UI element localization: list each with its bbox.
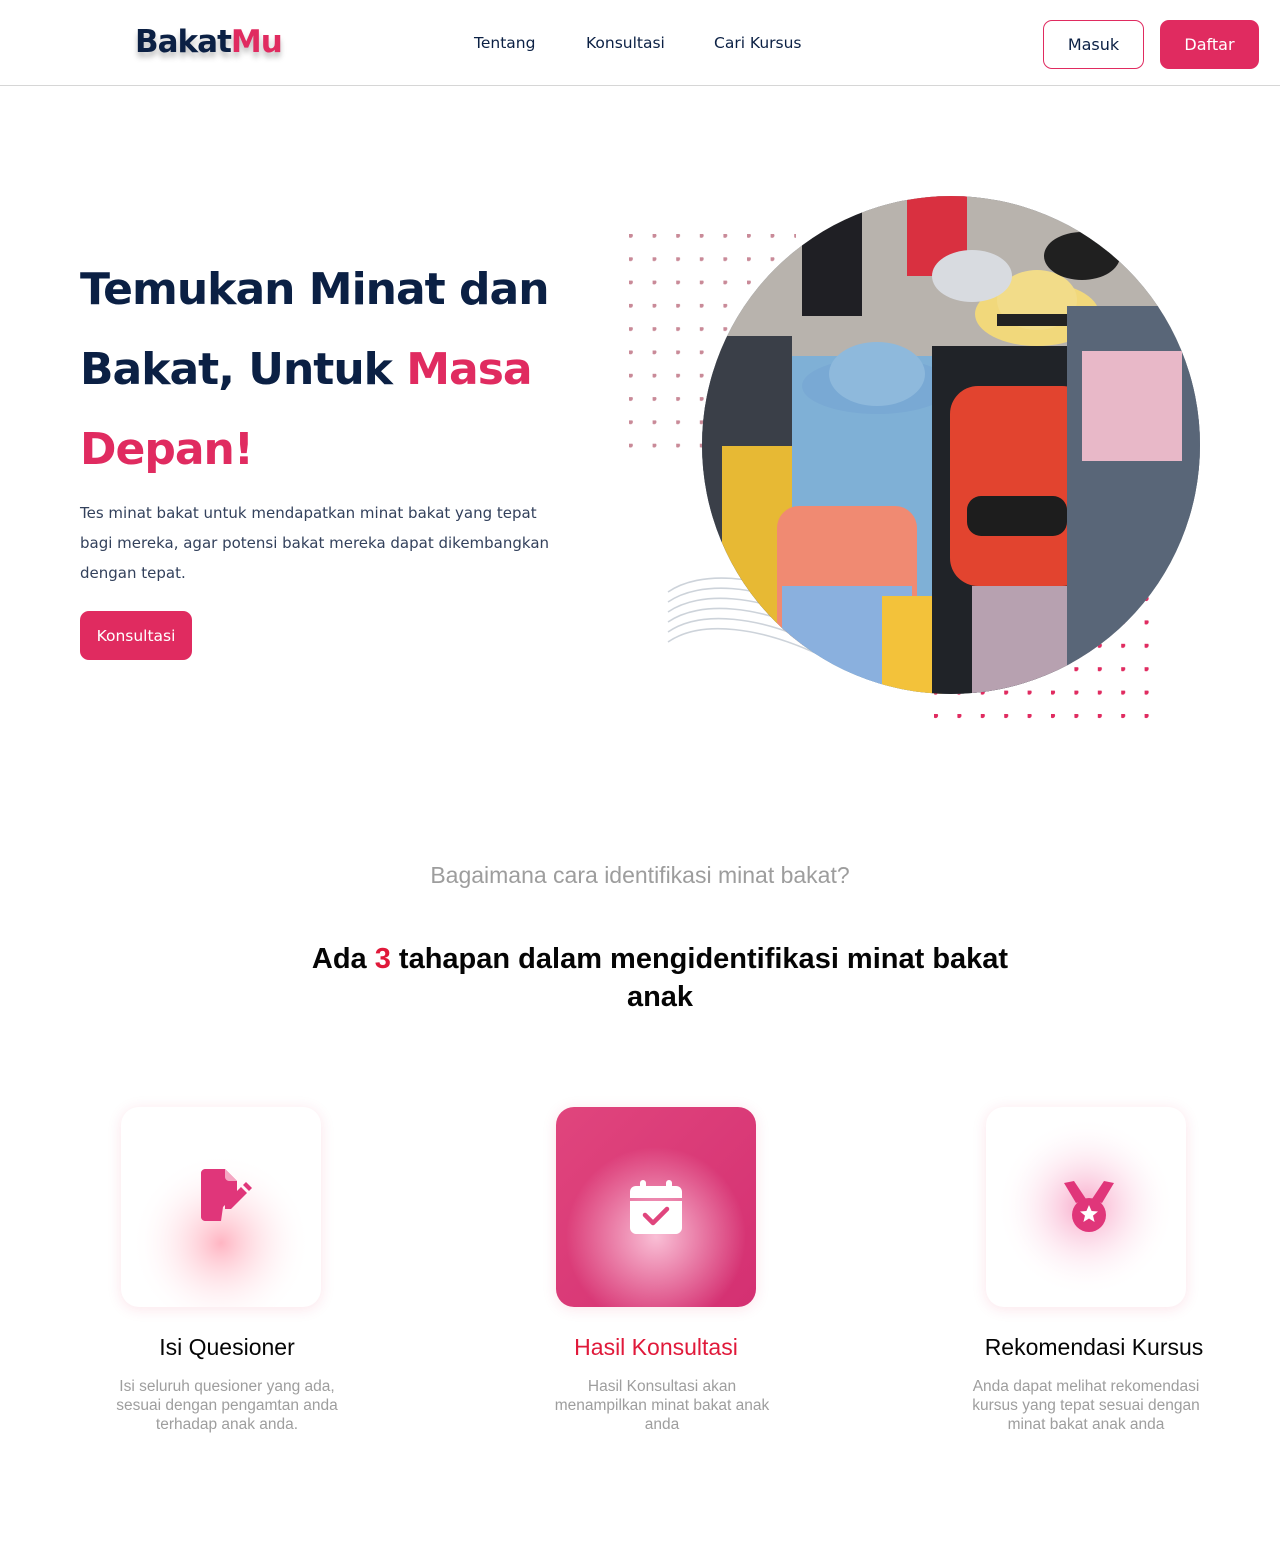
- step-title-consult-result: Hasil Konsultasi: [574, 1334, 738, 1360]
- step-desc-questionnaire: Isi seluruh quesioner yang ada, sesuai d…: [116, 1378, 338, 1433]
- steps-heading-before: Ada: [311, 943, 375, 975]
- medal-icon: [1064, 1181, 1114, 1232]
- steps-subtitle: Bagaimana cara identifikasi minat bakat?: [430, 862, 850, 888]
- steps-heading: Ada 3 tahapan dalam mengidentifikasi min…: [290, 940, 1030, 1016]
- step-card-consult-result[interactable]: [556, 1107, 756, 1307]
- steps-heading-after: tahapan dalam mengidentifikasi minat bak…: [390, 943, 1009, 1013]
- step-desc-consult-result: Hasil Konsultasi akan menampilkan minat …: [554, 1378, 770, 1433]
- step-card-questionnaire[interactable]: [121, 1107, 321, 1307]
- file-edit-icon: [201, 1169, 252, 1221]
- step-card-course-recommendation[interactable]: [986, 1107, 1186, 1307]
- step-title-questionnaire: Isi Quesioner: [159, 1334, 295, 1360]
- steps-count: 3: [374, 943, 391, 975]
- calendar-check-icon: [630, 1180, 682, 1234]
- step-title-course-recommendation: Rekomendasi Kursus: [984, 1334, 1204, 1360]
- hero-photo-children-backpacks: [702, 196, 1200, 694]
- step-desc-course-recommendation: Anda dapat melihat rekomendasi kursus ya…: [972, 1378, 1200, 1433]
